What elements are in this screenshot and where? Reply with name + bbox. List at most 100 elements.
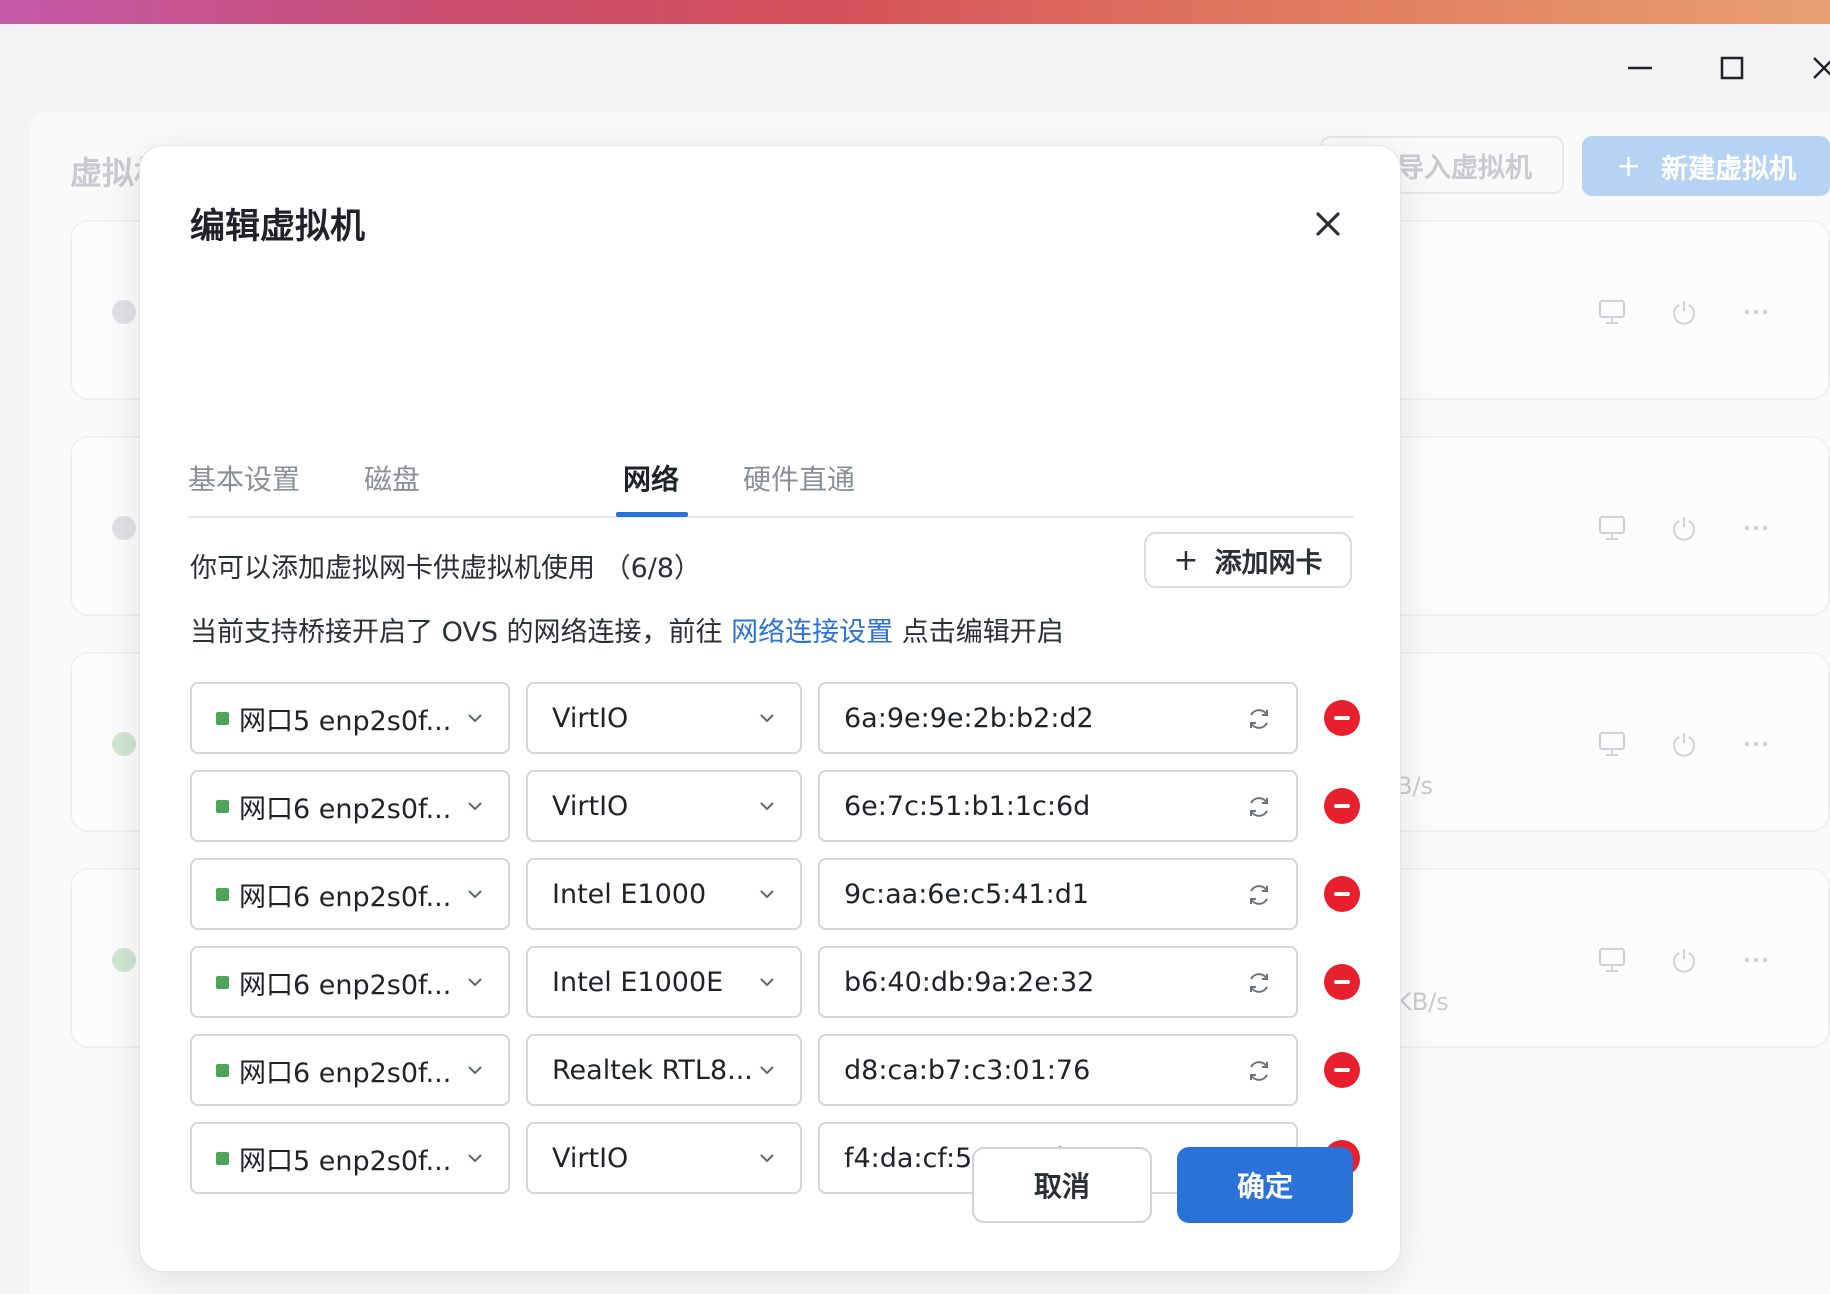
window-close-button[interactable] — [1794, 24, 1830, 112]
window-titlebar — [0, 24, 1830, 112]
port-status-dot — [216, 1151, 229, 1165]
mac-value: d8:ca:b7:c3:01:76 — [844, 1054, 1091, 1086]
chevron-down-icon — [468, 714, 482, 723]
cancel-button[interactable]: 取消 — [972, 1147, 1152, 1223]
port-select[interactable]: 网口5 enp2s0f... — [190, 1122, 510, 1194]
nic-model-select[interactable]: Intel E1000 — [526, 858, 802, 930]
port-value: 网口5 enp2s0f... — [239, 1145, 452, 1177]
port-select[interactable]: 网口6 enp2s0f... — [190, 858, 510, 930]
mac-address-field[interactable]: 9c:aa:6e:c5:41:d1 — [818, 858, 1298, 930]
minus-icon — [1334, 892, 1350, 896]
tab-basic-settings[interactable]: 基本设置 — [188, 458, 300, 498]
minus-icon — [1334, 804, 1350, 808]
mac-address-field[interactable]: d8:ca:b7:c3:01:76 — [818, 1034, 1298, 1106]
monitor-icon[interactable] — [1598, 946, 1626, 974]
refresh-icon[interactable] — [1246, 882, 1272, 908]
nic-row: 网口6 enp2s0f... Realtek RTL8... d8:ca:b7:… — [190, 1034, 1370, 1106]
port-status-dot — [216, 975, 229, 989]
add-nic-label: 添加网卡 — [1214, 547, 1323, 579]
remove-nic-button[interactable] — [1324, 700, 1360, 736]
vm-network-speed: B/s — [1396, 772, 1434, 800]
tabs-divider — [188, 516, 1354, 518]
port-select[interactable]: 网口6 enp2s0f... — [190, 1034, 510, 1106]
maximize-button[interactable] — [1702, 24, 1762, 112]
mac-address-field[interactable]: 6e:7c:51:b1:1c:6d — [818, 770, 1298, 842]
vm-status-dot — [112, 948, 136, 972]
port-select[interactable]: 网口5 enp2s0f... — [190, 682, 510, 754]
port-select[interactable]: 网口6 enp2s0f... — [190, 770, 510, 842]
mac-address-field[interactable]: b6:40:db:9a:2e:32 — [818, 946, 1298, 1018]
tab-disk[interactable]: 磁盘 — [364, 458, 420, 498]
nic-row: 网口6 enp2s0f... VirtIO 6e:7c:51:b1:1c:6d — [190, 770, 1370, 842]
vm-network-speed: KB/s — [1396, 988, 1449, 1016]
dialog-title: 编辑虚拟机 — [190, 207, 366, 247]
chevron-down-icon — [760, 890, 774, 899]
port-value: 网口6 enp2s0f... — [239, 881, 452, 913]
vm-status-dot — [112, 300, 136, 324]
port-value: 网口5 enp2s0f... — [239, 705, 452, 737]
more-icon[interactable] — [1742, 946, 1770, 974]
monitor-icon[interactable] — [1598, 298, 1626, 326]
power-icon[interactable] — [1670, 298, 1698, 326]
remove-nic-button[interactable] — [1324, 964, 1360, 1000]
port-status-dot — [216, 1063, 229, 1077]
mac-address-field[interactable]: 6a:9e:9e:2b:b2:d2 — [818, 682, 1298, 754]
vm-actions — [1598, 946, 1770, 974]
remove-nic-button[interactable] — [1324, 1052, 1360, 1088]
refresh-icon[interactable] — [1246, 1058, 1272, 1084]
ovs-note: 当前支持桥接开启了 OVS 的网络连接，前往 网络连接设置 点击编辑开启 — [190, 610, 1064, 649]
plus-icon: + — [1616, 148, 1642, 184]
model-value: VirtIO — [552, 1142, 629, 1174]
minus-icon — [1334, 980, 1350, 984]
vm-actions — [1598, 298, 1770, 326]
power-icon[interactable] — [1670, 946, 1698, 974]
refresh-icon[interactable] — [1246, 706, 1272, 732]
nic-model-select[interactable]: Realtek RTL8... — [526, 1034, 802, 1106]
new-vm-button[interactable]: + 新建虚拟机 — [1582, 136, 1830, 196]
model-value: Intel E1000 — [552, 878, 707, 910]
tab-network[interactable]: 网络 — [623, 458, 679, 498]
mac-value: 6e:7c:51:b1:1c:6d — [844, 790, 1091, 822]
tab-hardware-passthrough[interactable]: 硬件直通 — [743, 458, 855, 498]
close-icon — [1813, 57, 1830, 79]
port-select[interactable]: 网口6 enp2s0f... — [190, 946, 510, 1018]
monitor-icon[interactable] — [1598, 514, 1626, 542]
more-icon[interactable] — [1742, 730, 1770, 758]
model-value: Realtek RTL8... — [552, 1054, 753, 1086]
minus-icon — [1334, 716, 1350, 720]
add-nic-button[interactable]: + 添加网卡 — [1144, 532, 1352, 588]
nic-model-select[interactable]: Intel E1000E — [526, 946, 802, 1018]
chevron-down-icon — [468, 978, 482, 987]
remove-nic-button[interactable] — [1324, 876, 1360, 912]
port-status-dot — [216, 711, 229, 725]
nic-row: 网口6 enp2s0f... Intel E1000E b6:40:db:9a:… — [190, 946, 1370, 1018]
nic-model-select[interactable]: VirtIO — [526, 770, 802, 842]
minimize-icon — [1628, 66, 1652, 70]
nic-row: 网口5 enp2s0f... VirtIO 6a:9e:9e:2b:b2:d2 — [190, 682, 1370, 754]
monitor-icon[interactable] — [1598, 730, 1626, 758]
more-icon[interactable] — [1742, 514, 1770, 542]
port-value: 网口6 enp2s0f... — [239, 969, 452, 1001]
confirm-button[interactable]: 确定 — [1177, 1147, 1353, 1223]
chevron-down-icon — [468, 1154, 482, 1163]
ovs-note-prefix: 当前支持桥接开启了 OVS 的网络连接，前往 — [190, 617, 723, 648]
refresh-icon[interactable] — [1246, 794, 1272, 820]
model-value: Intel E1000E — [552, 966, 724, 998]
minimize-button[interactable] — [1610, 24, 1670, 112]
port-value: 网口6 enp2s0f... — [239, 793, 452, 825]
vm-actions — [1598, 730, 1770, 758]
plus-icon: + — [1173, 542, 1199, 578]
nic-model-select[interactable]: VirtIO — [526, 1122, 802, 1194]
chevron-down-icon — [468, 802, 482, 811]
more-icon[interactable] — [1742, 298, 1770, 326]
refresh-icon[interactable] — [1246, 970, 1272, 996]
ovs-note-suffix: 点击编辑开启 — [901, 617, 1064, 648]
network-settings-link[interactable]: 网络连接设置 — [731, 617, 893, 648]
dialog-close-button[interactable] — [1310, 206, 1346, 242]
remove-nic-button[interactable] — [1324, 788, 1360, 824]
power-icon[interactable] — [1670, 514, 1698, 542]
mac-value: 9c:aa:6e:c5:41:d1 — [844, 878, 1090, 910]
nic-model-select[interactable]: VirtIO — [526, 682, 802, 754]
power-icon[interactable] — [1670, 730, 1698, 758]
port-value: 网口6 enp2s0f... — [239, 1057, 452, 1089]
